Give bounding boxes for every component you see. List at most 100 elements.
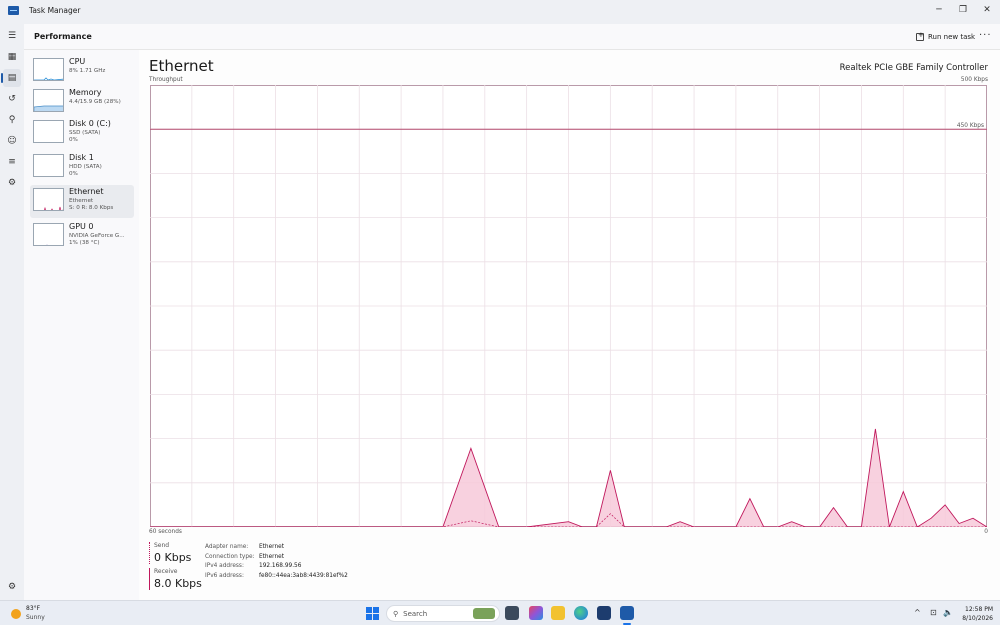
device-name: Ethernet	[69, 187, 104, 196]
file-explorer-icon[interactable]	[551, 606, 565, 620]
x-axis-left-label: 60 seconds	[149, 529, 182, 535]
sun-icon[interactable]	[11, 609, 21, 619]
device-sub: NVIDIA GeForce G...	[69, 233, 125, 239]
chart-grid	[150, 85, 987, 527]
detail-value: Ethernet	[259, 553, 284, 560]
device-gpu-0[interactable]: GPU 0 NVIDIA GeForce G... 1% (38 °C)	[30, 220, 134, 253]
window-title: Task Manager	[29, 6, 81, 15]
close-button[interactable]: ✕	[975, 0, 999, 20]
device-sub: 1% (38 °C)	[69, 240, 100, 246]
device-sub: S: 0 R: 8.0 Kbps	[69, 205, 114, 211]
detail-key: Connection type:	[205, 553, 255, 560]
startup-apps-icon[interactable]: ⚲	[3, 111, 21, 129]
hamburger-icon[interactable]: ☰	[3, 27, 21, 45]
device-list: CPU 8% 1.71 GHz Memory 4.4/15.9 GB (28%)…	[24, 50, 139, 600]
detail-key: Adapter name:	[205, 544, 249, 550]
search-placeholder: Search	[403, 609, 428, 618]
device-sub: 0%	[69, 171, 78, 177]
y-axis-max-label: 500 Kbps	[960, 77, 988, 83]
receive-label: Receive	[154, 568, 178, 575]
edge-icon[interactable]	[574, 606, 588, 620]
detail-value: fe80::44ea:3ab8:4439:81ef%2	[259, 572, 348, 579]
device-disk-0[interactable]: Disk 0 (C:) SSD (SATA) 0%	[30, 117, 134, 150]
taskbar-search[interactable]: ⚲ Search	[386, 605, 500, 622]
processes-icon[interactable]: ▦	[3, 48, 21, 66]
start-button[interactable]	[366, 607, 379, 620]
device-ethernet[interactable]: Ethernet Ethernet S: 0 R: 8.0 Kbps	[30, 185, 134, 218]
task-manager-app-icon	[8, 6, 19, 15]
throughput-chart: 450 Kbps	[150, 85, 987, 527]
task-view-icon[interactable]	[505, 606, 519, 620]
device-sub: Ethernet	[69, 198, 94, 204]
receive-value: 8.0 Kbps	[154, 577, 202, 590]
disk0-thumbnail	[33, 120, 64, 143]
disk1-thumbnail	[33, 154, 64, 177]
detail-key: IPv6 address:	[205, 572, 244, 579]
minimize-button[interactable]: ─	[927, 0, 951, 20]
device-name: Disk 0 (C:)	[69, 119, 111, 128]
detail-row: IPv6 address: fe80::44ea:3ab8:4439:81ef%2	[205, 572, 348, 582]
run-new-task-label: Run new task	[928, 33, 976, 41]
services-icon[interactable]: ⚙	[3, 174, 21, 192]
taskbar-clock[interactable]: 12:58 PM 8/10/2026	[953, 605, 993, 623]
detail-key: IPv4 address:	[205, 563, 244, 569]
device-sub: 4.4/15.9 GB (28%)	[69, 99, 121, 105]
device-sub: HDD (SATA)	[69, 164, 102, 170]
x-axis-right-label: 0	[984, 529, 988, 535]
send-label: Send	[154, 542, 170, 549]
store-icon[interactable]	[597, 606, 611, 620]
settings-icon[interactable]: ⚙	[3, 578, 21, 596]
weather-condition[interactable]: Sunny	[26, 614, 45, 621]
page-header: Performance Run new task ···	[24, 24, 1000, 50]
ethernet-thumbnail	[33, 188, 64, 211]
search-icon: ⚲	[393, 609, 399, 618]
device-name: GPU 0	[69, 222, 94, 231]
device-name: Memory	[69, 88, 102, 97]
device-sub: 0%	[69, 137, 78, 143]
gpu-thumbnail	[33, 223, 64, 246]
detail-value: 192.168.99.56	[259, 563, 302, 569]
users-icon[interactable]: ☺	[3, 132, 21, 150]
maximize-button[interactable]: ❐	[951, 0, 975, 20]
details-icon[interactable]: ≡	[3, 153, 21, 171]
volume-icon[interactable]: 🔈	[943, 608, 953, 617]
tray-overflow-icon[interactable]: ^	[914, 608, 921, 617]
navigation-rail: ☰ ▦ ▤ ↺ ⚲ ☺ ≡ ⚙ ⚙	[0, 24, 24, 600]
app-history-icon[interactable]: ↺	[3, 90, 21, 108]
receive-stat: Receive 8.0 Kbps	[149, 568, 202, 590]
device-sub: 8% 1.71 GHz	[69, 68, 106, 74]
device-title: Ethernet	[149, 57, 214, 75]
memory-thumbnail	[33, 89, 64, 112]
detail-row: Adapter name: Ethernet	[205, 543, 348, 553]
detail-row: Connection type: Ethernet	[205, 553, 348, 563]
device-cpu[interactable]: CPU 8% 1.71 GHz	[30, 55, 134, 88]
adapter-details: Adapter name: Ethernet Connection type: Et…	[205, 543, 348, 581]
device-disk-1[interactable]: Disk 1 HDD (SATA) 0%	[30, 151, 134, 184]
run-new-task-button[interactable]: Run new task	[916, 30, 975, 44]
clock-time: 12:58 PM	[965, 606, 993, 613]
chart-title: Throughput	[149, 77, 183, 83]
weather-temp[interactable]: 83°F	[26, 605, 40, 612]
taskbar: 83°F Sunny ⚲ Search ^ ⊡ 🔈 12:58 PM 8/10/…	[0, 600, 1000, 625]
device-sub: SSD (SATA)	[69, 130, 101, 136]
send-value: 0 Kbps	[154, 551, 192, 564]
adapter-model: Realtek PCIe GBE Family Controller	[839, 63, 988, 73]
device-memory[interactable]: Memory 4.4/15.9 GB (28%)	[30, 86, 134, 119]
cpu-thumbnail	[33, 58, 64, 81]
detail-row: IPv4 address: 192.168.99.56	[205, 562, 348, 572]
performance-detail-pane: Ethernet Realtek PCIe GBE Family Control…	[139, 50, 1000, 600]
task-manager-taskbar-icon[interactable]	[620, 606, 634, 625]
send-stat: Send 0 Kbps	[149, 542, 191, 564]
performance-icon[interactable]: ▤	[1, 69, 21, 87]
page-title: Performance	[34, 32, 92, 41]
more-options-button[interactable]: ···	[979, 30, 992, 41]
copilot-icon[interactable]	[529, 606, 543, 620]
search-highlight-icon	[473, 608, 495, 619]
device-name: Disk 1	[69, 153, 94, 162]
clock-date: 8/10/2026	[962, 615, 993, 622]
reference-line-label: 450 Kbps	[957, 123, 984, 129]
device-name: CPU	[69, 57, 86, 66]
run-task-icon	[916, 31, 924, 41]
network-icon[interactable]: ⊡	[930, 608, 937, 617]
detail-value: Ethernet	[259, 544, 284, 550]
